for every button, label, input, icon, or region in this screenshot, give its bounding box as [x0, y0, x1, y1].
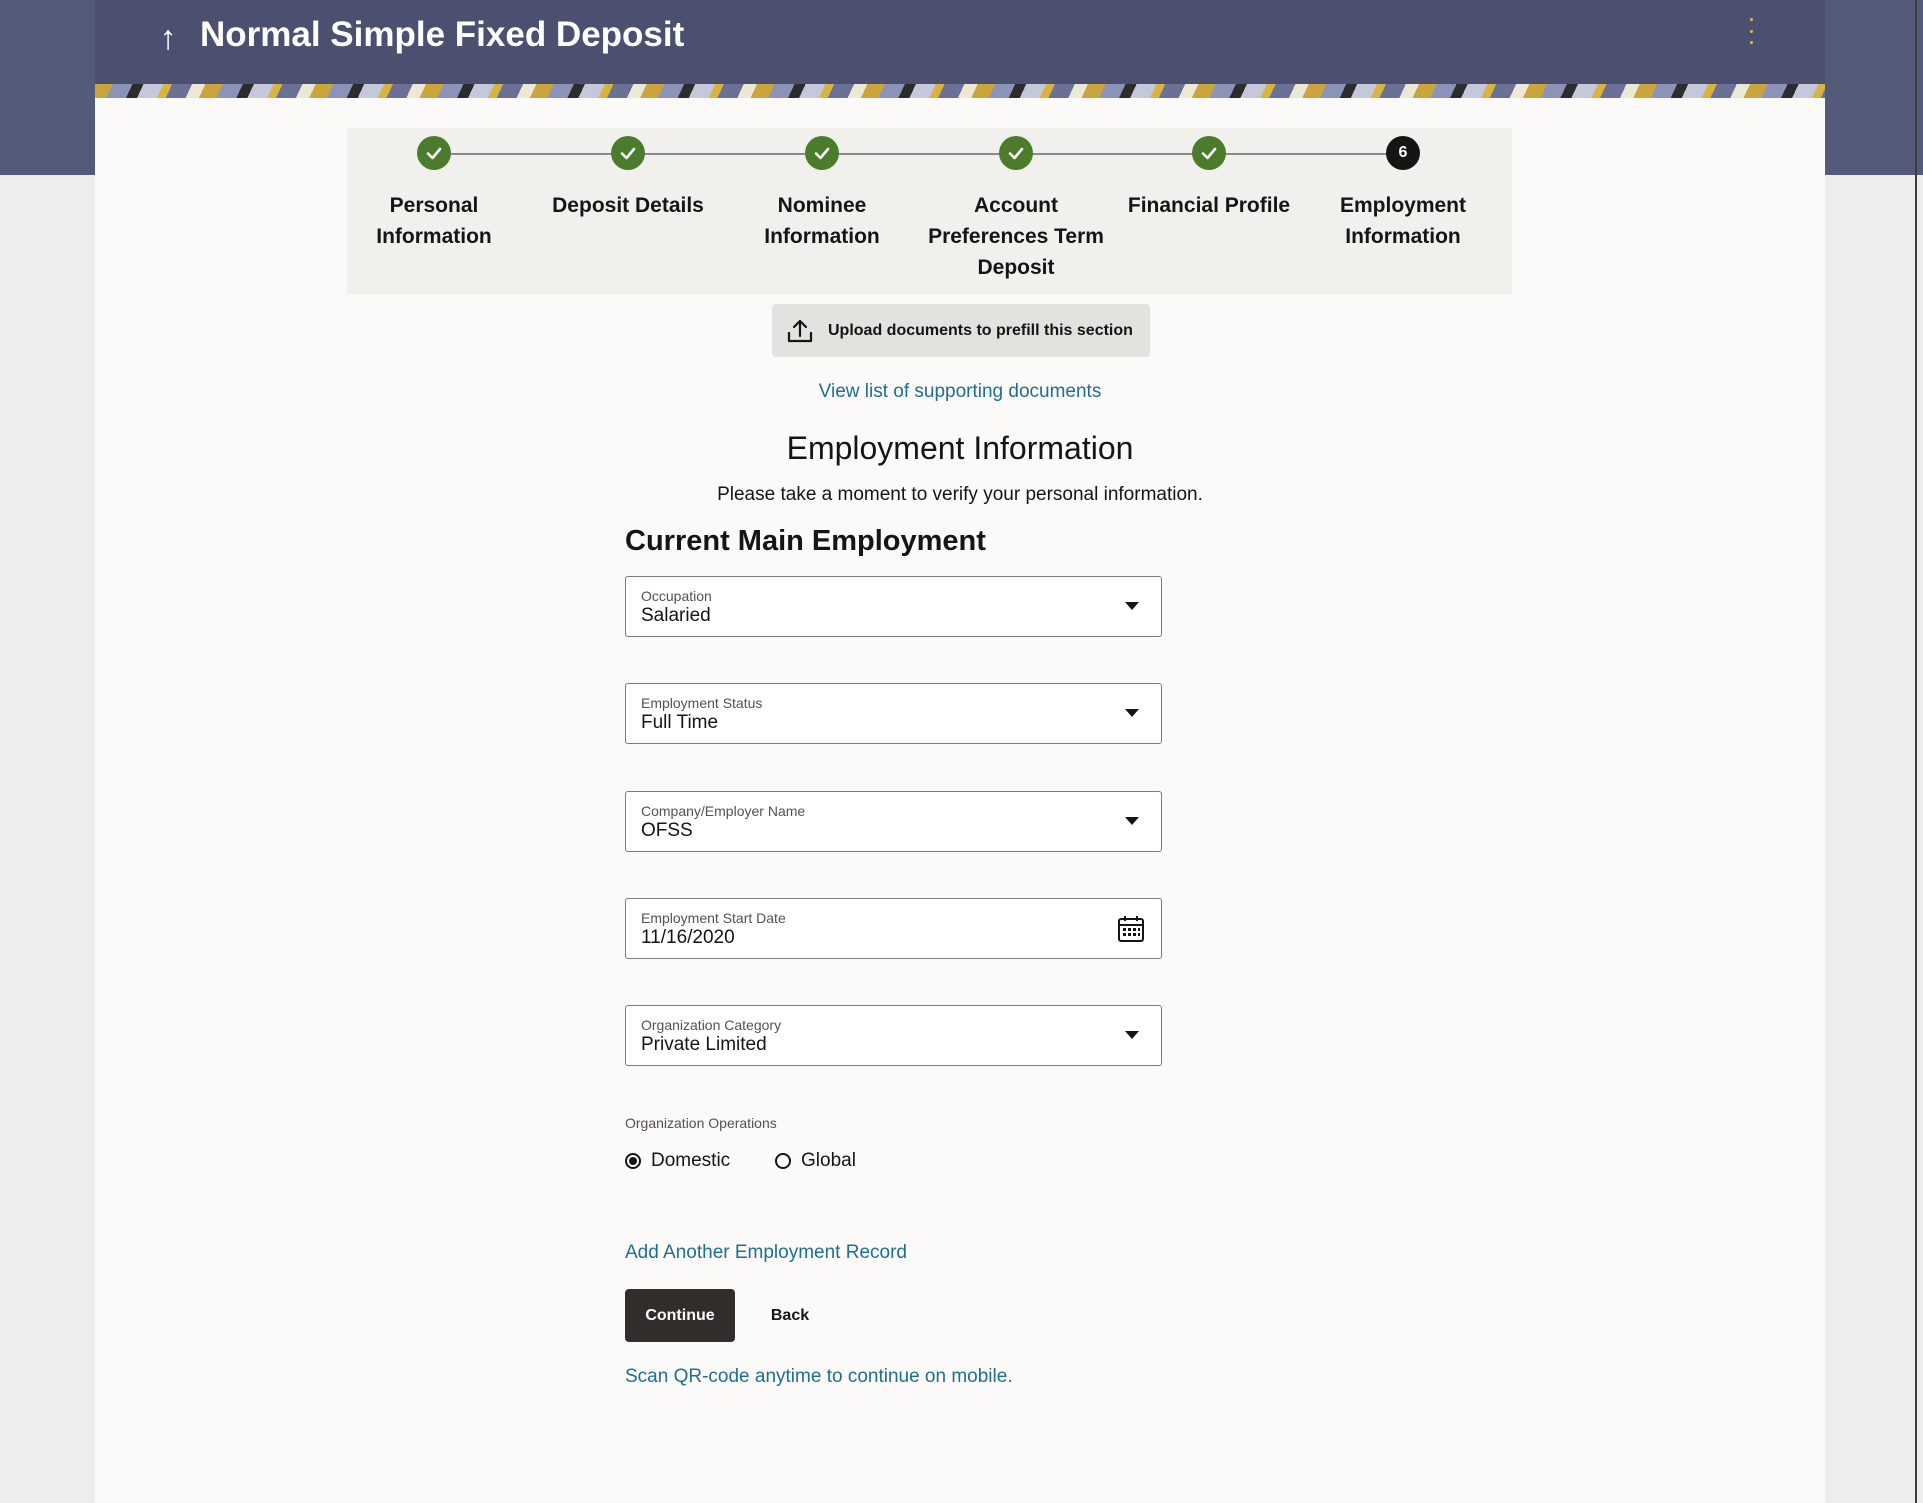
scan-qr-link[interactable]: Scan QR-code anytime to continue on mobi… — [625, 1366, 1013, 1388]
kebab-menu-icon[interactable] — [1743, 18, 1759, 44]
header-decorative-pattern — [95, 84, 1825, 98]
step-financial-profile[interactable]: Financial Profile — [1114, 136, 1304, 221]
supporting-docs-container: View list of supporting documents — [95, 381, 1825, 403]
check-icon — [1192, 136, 1226, 170]
organization-operations-label: Organization Operations — [625, 1115, 777, 1131]
organization-category-label: Organization Category — [641, 1017, 782, 1033]
check-icon — [417, 136, 451, 170]
supporting-documents-link[interactable]: View list of supporting documents — [819, 381, 1102, 402]
caret-down-icon — [1125, 817, 1139, 825]
radio-domestic[interactable]: Domestic — [625, 1150, 730, 1172]
upload-button-label: Upload documents to prefill this section — [828, 321, 1133, 339]
step-label: Financial Profile — [1127, 194, 1291, 217]
step-deposit-details[interactable]: Deposit Details — [533, 136, 723, 221]
upload-documents-button[interactable]: Upload documents to prefill this section — [772, 304, 1150, 357]
step-personal-information[interactable]: Personal Information — [339, 136, 529, 252]
step-label: Deposit Details — [552, 194, 704, 217]
app-header: ↑ Normal Simple Fixed Deposit — [95, 0, 1825, 84]
caret-down-icon — [1125, 709, 1139, 717]
occupation-value: Salaried — [641, 605, 711, 626]
organization-category-select[interactable]: Organization Category Private Limited — [625, 1005, 1162, 1066]
employer-name-label: Company/Employer Name — [641, 803, 806, 819]
employment-status-label: Employment Status — [641, 695, 763, 711]
page-container: ↑ Normal Simple Fixed Deposit Personal I… — [95, 0, 1825, 1503]
radio-label-global: Global — [801, 1150, 856, 1171]
current-employment-heading: Current Main Employment — [625, 525, 986, 557]
arrow-up-icon[interactable]: ↑ — [150, 18, 186, 58]
step-label: Nominee Information — [764, 194, 880, 248]
add-employment-record-link[interactable]: Add Another Employment Record — [625, 1242, 907, 1264]
continue-button[interactable]: Continue — [625, 1289, 735, 1342]
employment-status-value: Full Time — [641, 712, 719, 733]
back-button[interactable]: Back — [755, 1289, 825, 1342]
window-edge — [1915, 0, 1917, 1503]
step-label: Account Preferences Term Deposit — [928, 194, 1104, 279]
upload-icon — [787, 319, 813, 342]
progress-stepper: Personal Information Deposit Details Nom… — [347, 128, 1512, 294]
step-number-badge: 6 — [1386, 136, 1420, 170]
start-date-label: Employment Start Date — [641, 910, 786, 926]
employment-start-date-field[interactable]: Employment Start Date 11/16/2020 — [625, 898, 1162, 959]
page-title: Normal Simple Fixed Deposit — [200, 15, 685, 54]
occupation-label: Occupation — [641, 588, 712, 604]
caret-down-icon — [1125, 1031, 1139, 1039]
radio-label-domestic: Domestic — [651, 1150, 731, 1171]
step-nominee-information[interactable]: Nominee Information — [727, 136, 917, 252]
step-account-preferences[interactable]: Account Preferences Term Deposit — [921, 136, 1111, 283]
radio-selected-icon — [625, 1153, 641, 1169]
step-label: Personal Information — [376, 194, 492, 248]
step-employment-information[interactable]: 6 Employment Information — [1308, 136, 1498, 252]
section-title: Employment Information — [786, 430, 1134, 466]
employment-status-select[interactable]: Employment Status Full Time — [625, 683, 1162, 744]
check-icon — [999, 136, 1033, 170]
organization-category-value: Private Limited — [641, 1034, 767, 1055]
radio-unselected-icon — [775, 1153, 791, 1169]
radio-global[interactable]: Global — [775, 1150, 856, 1172]
occupation-select[interactable]: Occupation Salaried — [625, 576, 1162, 637]
caret-down-icon — [1125, 602, 1139, 610]
check-icon — [611, 136, 645, 170]
step-label: Employment Information — [1339, 194, 1467, 248]
employer-name-value: OFSS — [641, 820, 693, 841]
start-date-value: 11/16/2020 — [641, 927, 735, 948]
check-icon — [805, 136, 839, 170]
calendar-icon[interactable] — [1117, 915, 1145, 943]
employer-name-select[interactable]: Company/Employer Name OFSS — [625, 791, 1162, 852]
section-description: Please take a moment to verify your pers… — [717, 484, 1203, 505]
